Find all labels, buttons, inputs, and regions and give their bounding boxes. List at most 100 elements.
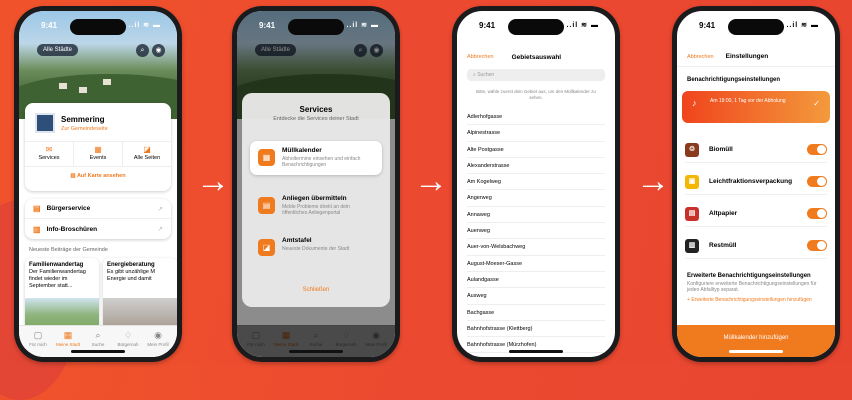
municipality-card: Semmering Zur Gemeindeseite ✉ Services ▦ E… xyxy=(25,103,171,191)
home-indicator xyxy=(509,350,563,353)
residual-toggle[interactable] xyxy=(807,240,827,251)
services-button[interactable]: ✉ Services xyxy=(25,142,74,166)
map-link[interactable]: ▥ Auf Karte ansehen xyxy=(25,173,171,179)
services-icon: ✉ xyxy=(45,145,53,154)
search-icon[interactable]: ⌕ xyxy=(136,44,149,57)
report-issue-service[interactable]: ▤ Anliegen übermitteln Melde Probleme di… xyxy=(250,189,382,223)
service-icon: ▤ xyxy=(33,204,41,213)
arrow-right-icon: → xyxy=(196,162,230,200)
packaging-icon: ▣ xyxy=(685,174,699,189)
calendar-icon: ▦ xyxy=(258,149,275,166)
category-organic: ♲ Biomüll xyxy=(685,137,827,163)
nav-bar: Abbrechen Gebietsauswahl xyxy=(457,47,615,67)
street-item[interactable]: Alte Postgasse xyxy=(467,142,605,158)
residual-waste-icon: ▥ xyxy=(685,238,699,253)
home-indicator xyxy=(71,350,125,353)
home-indicator xyxy=(729,350,783,353)
phone-mockup-area-select: 9:41 ..il ≋ ▬ Abbrechen Gebietsauswahl ⌕… xyxy=(452,6,620,362)
page-title: Gebietsauswahl xyxy=(511,53,562,61)
hint-text: Bitte, wähle zuerst dein Gebiet aus, um … xyxy=(476,89,596,100)
sheet-subtitle: Entdecke die Services deiner Stadt xyxy=(273,116,359,122)
pages-icon: ◪ xyxy=(143,145,151,154)
notification-settings-title: Benachrichtigungseinstellungen xyxy=(687,77,781,83)
sheet-title: Services xyxy=(299,105,333,114)
waste-calendar-service[interactable]: ▦ Müllkalender Abholtermine einsehen und… xyxy=(250,141,382,175)
home-indicator xyxy=(289,350,343,353)
street-list: Adlerhofgasse Alpinestrasse Alte Postgasse… xyxy=(467,109,605,354)
external-link-icon: ↗ xyxy=(157,226,163,233)
check-icon: ✓ xyxy=(813,99,820,108)
services-screen: 9:41 ..il ≋ ▬ Alle Städte ⌕ ◉ Services E… xyxy=(237,11,395,357)
extended-settings-title: Erweiterte Benachrichtigungseinstellunge… xyxy=(687,273,811,279)
street-item[interactable]: August-Moeser-Gasse xyxy=(467,256,605,272)
cancel-button[interactable]: Abbrechen xyxy=(467,54,494,60)
tab-profile[interactable]: ◉ Mein Profil xyxy=(143,326,173,357)
status-time: 9:41 xyxy=(259,21,276,30)
profile-icon[interactable]: ◉ xyxy=(152,44,165,57)
paper-toggle[interactable] xyxy=(807,208,827,219)
status-icons: ..il ≋ ▬ xyxy=(786,22,819,29)
notification-time-banner[interactable]: ♪ Am 19:00, 1 Tag vor der Abholung ✓ xyxy=(682,91,830,123)
packaging-toggle[interactable] xyxy=(807,176,827,187)
street-item[interactable]: Angerweg xyxy=(467,190,605,207)
paper-icon: ▤ xyxy=(685,206,699,221)
category-residual: ▥ Restmüll xyxy=(685,233,827,259)
dynamic-island xyxy=(70,19,126,35)
quick-actions: ✉ Services ▦ Events ◪ Alle Seiten xyxy=(25,141,171,167)
street-item[interactable]: Bachgasse xyxy=(467,305,605,321)
area-select-screen: 9:41 ..il ≋ ▬ Abbrechen Gebietsauswahl ⌕… xyxy=(457,11,615,357)
status-time: 9:41 xyxy=(41,21,58,30)
street-item[interactable]: Aulandgasse xyxy=(467,272,605,289)
organic-toggle[interactable] xyxy=(807,144,827,155)
notice-board-service[interactable]: ◪ Amtstafel Neueste Dokumente der Stadt xyxy=(250,231,382,265)
status-time: 9:41 xyxy=(479,21,496,30)
calendar-icon: ▦ xyxy=(94,145,102,154)
extended-settings-desc: Konfiguriere erweiterte Benachrichtigung… xyxy=(687,281,817,293)
municipality-name: Semmering xyxy=(61,115,105,124)
street-item[interactable]: Annaweg xyxy=(467,207,605,224)
street-item[interactable]: Alpinestrasse xyxy=(467,125,605,142)
settings-screen: 9:41 ..il ≋ ▬ Abbrechen Einstellungen Be… xyxy=(677,11,835,357)
phone-mockup-settings: 9:41 ..il ≋ ▬ Abbrechen Einstellungen Be… xyxy=(672,6,840,362)
add-extended-settings-link[interactable]: + Erweiterte Benachrichtigungseinstellun… xyxy=(687,297,827,303)
events-button[interactable]: ▦ Events xyxy=(74,142,123,166)
arrow-right-icon: → xyxy=(636,162,670,200)
external-link-icon: ↗ xyxy=(157,205,163,213)
street-item[interactable]: Auenweg xyxy=(467,223,605,240)
phone-mockup-services: 9:41 ..il ≋ ▬ Alle Städte ⌕ ◉ Services E… xyxy=(232,6,400,362)
report-icon: ▤ xyxy=(258,197,275,214)
street-item[interactable]: Auer-von-Welsbachweg xyxy=(467,239,605,256)
links-card: ▤ Bürgerservice ↗ ▥ Info-Broschüren ↗ xyxy=(25,199,171,239)
phone-mockup-home: 9:41 ..il ≋ ▬ Alle Städte ⌕ ◉ Semmering … xyxy=(14,6,182,362)
status-icons: ..il ≋ ▬ xyxy=(346,22,379,29)
dynamic-island xyxy=(728,19,784,35)
dynamic-island xyxy=(508,19,564,35)
street-item[interactable]: Am Kogelweg xyxy=(467,174,605,191)
category-packaging: ▣ Leichtfraktionsverpackung xyxy=(685,169,827,195)
arrow-right-icon: → xyxy=(414,162,448,200)
city-filter-pill[interactable]: Alle Städte xyxy=(37,44,79,56)
municipality-link[interactable]: Zur Gemeindeseite xyxy=(61,126,108,132)
street-item[interactable]: Bahnhofstrasse (Klettberg) xyxy=(467,321,605,338)
status-time: 9:41 xyxy=(699,21,716,30)
services-sheet: Services Entdecke die Services deiner St… xyxy=(242,93,390,307)
street-item[interactable]: Alexanderstrasse xyxy=(467,158,605,175)
page-title: Einstellungen xyxy=(725,53,769,60)
status-icons: ..il ≋ ▬ xyxy=(128,22,161,29)
cancel-button[interactable]: Abbrechen xyxy=(687,54,714,60)
coat-of-arms-icon xyxy=(35,113,55,133)
brochures-link[interactable]: ▥ Info-Broschüren ↗ xyxy=(25,219,171,239)
category-paper: ▤ Altpapier xyxy=(685,201,827,227)
street-item[interactable]: Adlerhofgasse xyxy=(467,109,605,126)
all-pages-button[interactable]: ◪ Alle Seiten xyxy=(123,142,171,166)
citizen-service-link[interactable]: ▤ Bürgerservice ↗ xyxy=(25,199,171,219)
brochure-icon: ▥ xyxy=(33,224,41,234)
tab-for-me[interactable]: ▢ Für mich xyxy=(23,326,53,357)
status-icons: ..il ≋ ▬ xyxy=(566,22,599,29)
close-button[interactable]: Schließen xyxy=(242,287,390,293)
street-item[interactable]: Ausweg xyxy=(467,288,605,305)
search-input[interactable]: ⌕ Suchen xyxy=(467,69,605,81)
notice-board-icon: ◪ xyxy=(258,239,275,256)
bell-icon: ♪ xyxy=(692,98,697,108)
extended-settings: Erweiterte Benachrichtigungseinstellunge… xyxy=(687,273,827,303)
